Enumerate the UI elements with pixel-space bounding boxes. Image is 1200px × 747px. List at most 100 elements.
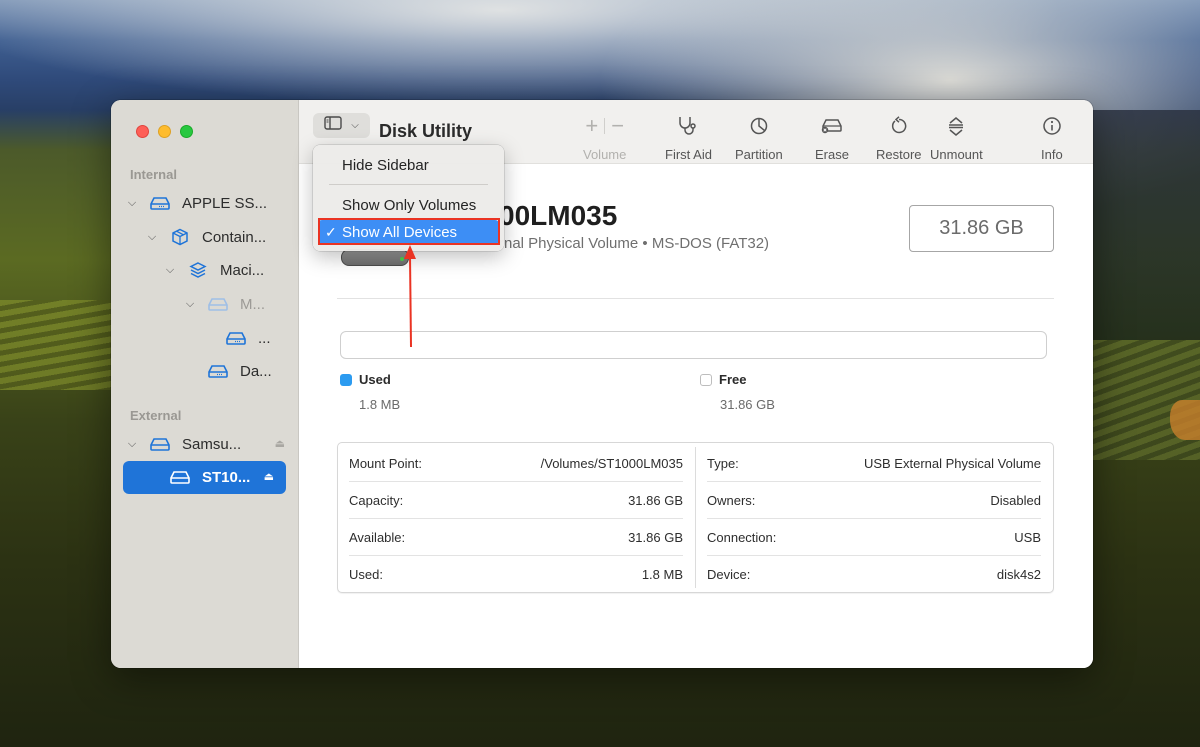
restore-label: Restore (876, 147, 922, 162)
zoom-window-button[interactable] (180, 125, 193, 138)
info-row: Used: 1.8 MB (349, 556, 683, 593)
eject-icon[interactable]: ⏏ (264, 470, 274, 483)
sidebar-item-st1000-selected[interactable]: ST10... ⏏ (123, 461, 286, 494)
restore-button[interactable]: Restore (876, 114, 922, 162)
wallpaper-vineyard-left (0, 300, 115, 390)
unmount-button[interactable]: Unmount (930, 114, 983, 162)
menu-item-show-only-volumes[interactable]: Show Only Volumes (318, 193, 499, 217)
chevron-down-icon[interactable]: ⌵ (125, 438, 139, 451)
disk-utility-window: Internal ⌵ APPLE SS... ⌵ Contain... ⌵ Ma… (111, 100, 1093, 668)
sidebar-item-data[interactable]: Da... (207, 359, 272, 383)
erase-button[interactable]: Erase (815, 114, 849, 162)
info-value: 1.8 MB (641, 567, 683, 582)
info-row: Connection: USB (707, 519, 1041, 556)
info-value: 31.86 GB (628, 492, 683, 508)
volume-drive-icon (207, 363, 229, 379)
info-key: Available: (349, 529, 406, 545)
partition-label: Partition (735, 147, 783, 162)
view-menu: Hide Sidebar Show Only Volumes ✓ Show Al… (313, 145, 504, 251)
sidebar-item-snapshot[interactable]: ⌵ M... (183, 292, 265, 316)
add-volume-icon[interactable]: + (585, 113, 598, 139)
volume-info-table: Mount Point: /Volumes/ST1000LM035 Capaci… (337, 442, 1054, 593)
container-icon (169, 228, 191, 246)
sidebar-item-volume[interactable]: ... (225, 326, 271, 350)
info-value: 31.86 GB (628, 529, 683, 545)
info-row: Mount Point: /Volumes/ST1000LM035 (349, 445, 683, 482)
legend-free-value: 31.86 GB (720, 397, 775, 412)
stethoscope-icon (676, 114, 700, 138)
info-label: Info (1041, 147, 1063, 162)
sidebar-item-apple-ssd[interactable]: ⌵ APPLE SS... (125, 191, 267, 215)
sidebar-section-internal: Internal (130, 167, 177, 182)
sidebar-item-macintosh-hd[interactable]: ⌵ Maci... (163, 258, 264, 282)
sidebar-item-label: Da... (240, 362, 272, 380)
legend-free-label: Free (719, 372, 747, 387)
volume-size-badge: 31.86 GB (909, 205, 1054, 252)
sidebar-item-label: Samsu... (182, 435, 242, 453)
remove-volume-icon[interactable]: − (611, 113, 624, 139)
first-aid-label: First Aid (665, 147, 712, 162)
sidebar-item-label: Maci... (220, 261, 265, 279)
restore-icon (889, 114, 909, 138)
selected-item-content: ST10... (169, 465, 250, 489)
volume-button[interactable]: + − Volume (583, 113, 627, 162)
info-column-left: Mount Point: /Volumes/ST1000LM035 Capaci… (338, 443, 695, 592)
toolbar-separator (604, 118, 606, 134)
wallpaper-autumn-tree (1170, 400, 1200, 440)
window-controls (136, 125, 193, 138)
info-row: Capacity: 31.86 GB (349, 482, 683, 519)
sidebar-item-label: APPLE SS... (182, 194, 268, 212)
first-aid-button[interactable]: First Aid (665, 114, 712, 162)
minimize-window-button[interactable] (158, 125, 171, 138)
external-disk-icon (341, 249, 409, 266)
sidebar-view-button[interactable]: ⌵ (313, 113, 370, 138)
info-key: Mount Point: (349, 455, 422, 471)
chevron-down-icon[interactable]: ⌵ (145, 231, 159, 244)
info-button[interactable]: Info (1041, 114, 1063, 162)
info-key: Owners: (707, 492, 756, 508)
info-row: Device: disk4s2 (707, 556, 1041, 593)
info-icon (1042, 114, 1062, 138)
sidebar-item-label: ST10... (202, 468, 251, 486)
pie-chart-icon (749, 114, 769, 138)
external-drive-icon (149, 436, 171, 452)
divider (337, 298, 1054, 299)
close-window-button[interactable] (136, 125, 149, 138)
erase-drive-icon (820, 114, 844, 138)
menu-item-label: Show Only Volumes (342, 196, 477, 214)
sidebar-item-container[interactable]: ⌵ Contain... (145, 225, 266, 249)
menu-item-show-all-devices[interactable]: ✓ Show All Devices (318, 220, 499, 244)
info-row: Type: USB External Physical Volume (707, 445, 1041, 482)
used-swatch (340, 373, 352, 386)
info-column-right: Type: USB External Physical Volume Owner… (696, 443, 1053, 592)
erase-label: Erase (815, 147, 849, 162)
legend-used-label: Used (359, 372, 391, 387)
chevron-down-icon[interactable]: ⌵ (125, 197, 139, 210)
wallpaper-forest-right (1090, 110, 1200, 340)
volume-name: 00LM035 (499, 200, 618, 231)
legend-free: Free (700, 372, 746, 387)
internal-drive-icon (149, 195, 171, 211)
sidebar-icon (324, 116, 342, 135)
menu-item-hide-sidebar[interactable]: Hide Sidebar (318, 153, 499, 177)
volume-description: rnal Physical Volume • MS-DOS (FAT32) (499, 235, 770, 252)
volume-drive-icon (169, 469, 191, 485)
legend-used-value: 1.8 MB (359, 397, 401, 412)
unmount-label: Unmount (930, 147, 983, 162)
sidebar-item-samsung[interactable]: ⌵ Samsu... ⏏ (125, 432, 285, 456)
sidebar-item-label: M... (240, 295, 265, 313)
partition-button[interactable]: Partition (735, 114, 783, 162)
eject-icon[interactable]: ⏏ (275, 437, 285, 450)
app-title: Disk Utility (379, 121, 473, 141)
menu-separator (329, 184, 488, 185)
info-value: /Volumes/ST1000LM035 (540, 455, 683, 471)
info-row: Owners: Disabled (707, 482, 1041, 519)
chevron-down-icon[interactable]: ⌵ (163, 264, 177, 277)
chevron-down-icon[interactable]: ⌵ (183, 298, 197, 311)
volume-drive-icon (225, 330, 247, 346)
info-key: Used: (349, 567, 383, 582)
chevron-down-icon: ⌵ (351, 120, 359, 131)
info-key: Type: (707, 455, 739, 471)
sidebar-section-external: External (130, 408, 182, 423)
volume-label: Volume (583, 147, 627, 162)
